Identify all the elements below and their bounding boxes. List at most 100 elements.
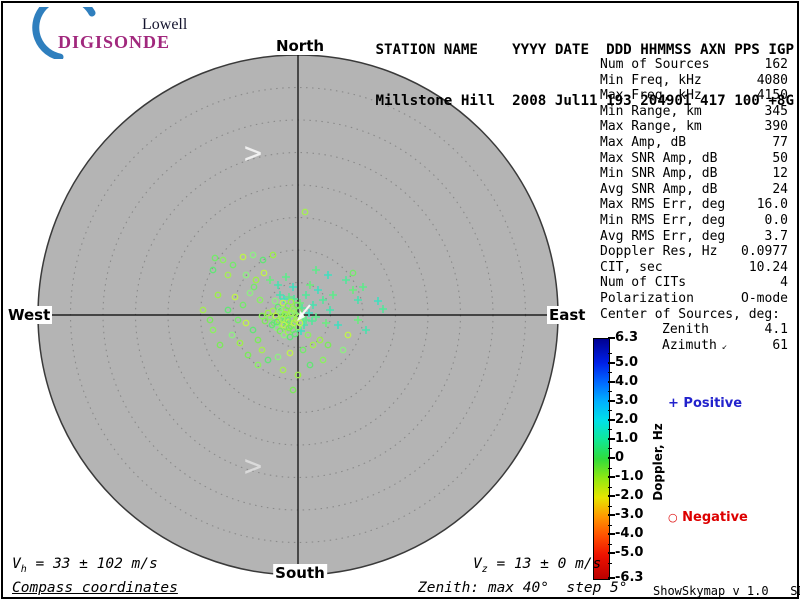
stat-value: 3.7 — [764, 228, 788, 244]
colorbar-tick-label: -2.0 — [615, 488, 644, 504]
colorbar-tick-label: 1.0 — [615, 430, 639, 446]
stat-label: Max Amp, dB — [600, 134, 687, 150]
stat-value: 12 — [772, 166, 788, 182]
colorbar-minor-tick — [608, 372, 612, 374]
vh-value: = 33 ± 102 m/s — [26, 556, 158, 572]
colorbar-minor-tick — [608, 524, 612, 526]
plus-marker-icon: + — [668, 396, 679, 411]
colorbar-minor-tick — [608, 543, 612, 545]
legend-negative-label: Negative — [677, 510, 748, 525]
legend-positive: + Positive — [668, 396, 742, 411]
azimuth-direction-icon: ↙ — [721, 341, 728, 352]
stat-label: Min Range, km — [600, 103, 702, 119]
stat-value: 390 — [764, 119, 788, 135]
stat-label: Min Freq, kHz — [600, 72, 702, 88]
stat-label: Num of CITs — [600, 275, 687, 291]
colorbar-tick — [608, 337, 615, 339]
stat-value: 16.0 — [756, 197, 788, 213]
colorbar-tick-label: -3.0 — [615, 507, 644, 523]
stat-value: 24 — [772, 181, 788, 197]
colorbar-tick-label: -4.0 — [615, 526, 644, 542]
compass-label-east: East — [547, 306, 588, 324]
stat-row: Min Range, km 345 — [600, 104, 788, 120]
colorbar-tick — [608, 533, 615, 536]
colorbar-tick — [608, 418, 615, 421]
colorbar-tick — [608, 577, 615, 579]
colorbar-minor-tick — [608, 562, 612, 564]
colorbar-tick-label: -5.0 — [615, 545, 644, 561]
vertical-velocity-readout: Vz = 13 ± 0 m/s — [473, 556, 601, 575]
colorbar-minor-tick — [608, 448, 612, 450]
legend-negative: ○ Negative — [668, 510, 748, 525]
colorbar-minor-tick — [608, 353, 612, 355]
rotation-chevron-icon: > — [244, 449, 262, 484]
colorbar-tick-label: 3.0 — [615, 392, 639, 408]
zenith-range-note: Zenith: max 40° step 5° — [418, 580, 628, 596]
stat-row: Polarization O-mode — [600, 291, 788, 307]
stat-row: Center of Sources, deg: — [600, 307, 788, 323]
vh-symbol: V — [12, 556, 21, 572]
colorbar-minor-tick — [608, 505, 612, 507]
rotation-chevron-icon: > — [244, 136, 262, 171]
stat-label: Max SNR Amp, dB — [600, 150, 718, 166]
stat-row: Max Freq, kHz 4150 — [600, 88, 788, 104]
colorbar-tick-label: -1.0 — [615, 469, 644, 485]
stat-row: Min RMS Err, deg 0.0 — [600, 213, 788, 229]
coordinate-system-label: Compass coordinates — [12, 580, 178, 596]
stat-row: Avg SNR Amp, dB 24 — [600, 182, 788, 198]
colorbar-tick — [608, 399, 615, 402]
colorbar-tick-label: 2.0 — [615, 411, 639, 427]
stat-value: 0.0977 — [741, 244, 788, 260]
legend-positive-label: Positive — [678, 396, 743, 411]
stat-label: Avg RMS Err, deg — [600, 228, 726, 244]
circle-marker-icon: ○ — [668, 511, 678, 524]
colorbar-tick-label: 5.0 — [615, 354, 639, 370]
stat-value: 4 — [780, 275, 788, 291]
compass-label-south: South — [273, 564, 327, 582]
stat-label: Max Freq, kHz — [600, 88, 702, 104]
stat-value: O-mode — [741, 290, 788, 306]
stat-value: 50 — [772, 150, 788, 166]
stat-value: 77 — [772, 134, 788, 150]
colorbar-minor-tick — [608, 486, 612, 488]
stat-label: Polarization — [600, 290, 694, 306]
colorbar-minor-tick — [608, 429, 612, 431]
colorbar-tick-label: 6.3 — [615, 330, 639, 345]
stats-panel: Num of Sources 162 Min Freq, kHz 4080 Max Fr… — [600, 57, 788, 355]
stat-row: Max SNR Amp, dB 50 — [600, 151, 788, 167]
stat-label: CIT, sec — [600, 259, 663, 275]
doppler-colorbar-ticks: 6.3 5.0 4.0 3.0 2.0 1.0 0 -1.0 -2.0 -3.0 -4.0 -5.0-… — [593, 331, 653, 585]
stat-row: Max RMS Err, deg 16.0 — [600, 197, 788, 213]
brand-digisonde: DIGISONDE — [58, 32, 171, 52]
compass-label-west: West — [6, 306, 53, 324]
stat-row: Min SNR Amp, dB 12 — [600, 166, 788, 182]
stat-value: 162 — [764, 57, 788, 72]
stat-row: Max Range, km 390 — [600, 119, 788, 135]
colorbar-tick — [608, 457, 615, 459]
stat-value: 4150 — [756, 88, 788, 104]
stat-value: 61 — [772, 337, 788, 353]
stat-label: Max RMS Err, deg — [600, 197, 726, 213]
stat-label: Num of Sources — [600, 57, 710, 72]
colorbar-minor-tick — [608, 410, 612, 412]
stat-value: 4.1 — [764, 322, 788, 338]
stat-row: Min Freq, kHz 4080 — [600, 73, 788, 89]
stat-label: Max Range, km — [600, 119, 702, 135]
colorbar-tick-label: 0 — [615, 450, 625, 465]
stat-value: 345 — [764, 103, 788, 119]
colorbar-tick — [608, 380, 615, 383]
colorbar-tick — [608, 514, 615, 517]
colorbar-tick — [608, 495, 615, 498]
software-version: ShowSkymap v 1.0 SD v 4.2 — [653, 584, 800, 598]
colorbar-tick — [608, 552, 615, 555]
colorbar-tick — [608, 361, 615, 364]
stat-row: Avg RMS Err, deg 3.7 — [600, 229, 788, 245]
stat-label: Min SNR Amp, dB — [600, 166, 718, 182]
stat-row: CIT, sec 10.24 — [600, 260, 788, 276]
colorbar-tick — [608, 437, 615, 440]
colorbar-tick — [608, 476, 615, 479]
stat-row: Num of CITs 4 — [600, 275, 788, 291]
stat-row: Num of Sources 162 — [600, 57, 788, 73]
stat-row: Max Amp, dB 77 — [600, 135, 788, 151]
horizontal-velocity-readout: Vh = 33 ± 102 m/s — [12, 556, 158, 575]
